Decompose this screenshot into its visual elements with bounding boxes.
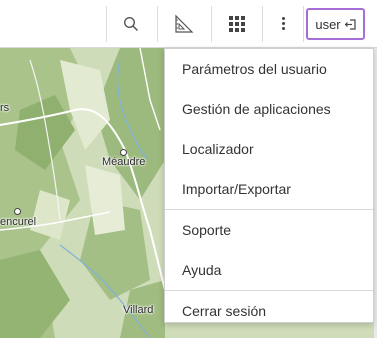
place-label: rs — [0, 102, 10, 114]
menu-item-import-export[interactable]: Importar/Exportar — [165, 169, 373, 209]
menu-item-support[interactable]: Soporte — [165, 210, 373, 250]
divider — [211, 6, 212, 42]
top-toolbar: user — [0, 0, 377, 48]
search-icon — [123, 16, 139, 31]
apps-button[interactable] — [213, 0, 260, 47]
divider — [106, 6, 107, 42]
search-button[interactable] — [108, 0, 154, 47]
kebab-menu-icon — [281, 17, 285, 30]
user-menu-button[interactable]: user — [306, 8, 365, 40]
menu-item-user-settings[interactable]: Parámetros del usuario — [165, 49, 373, 89]
place-marker — [120, 149, 127, 156]
user-dropdown-menu: Parámetros del usuario Gestión de aplica… — [164, 48, 374, 323]
divider — [262, 6, 263, 42]
user-label: user — [315, 16, 341, 32]
divider — [303, 6, 304, 42]
apps-grid-icon — [228, 15, 245, 32]
divider — [157, 6, 158, 42]
more-options-button[interactable] — [264, 0, 302, 47]
measure-ruler-icon — [175, 14, 194, 33]
menu-item-app-management[interactable]: Gestión de aplicaciones — [165, 89, 373, 129]
menu-item-locator[interactable]: Localizador — [165, 129, 373, 169]
measure-button[interactable] — [159, 0, 209, 47]
map-app: rs Méaudre encurel Villard user Parámetr… — [0, 0, 377, 338]
place-marker — [14, 208, 21, 215]
place-label: encurel — [0, 216, 37, 228]
menu-item-help[interactable]: Ayuda — [165, 250, 373, 290]
place-label: Méaudre — [102, 156, 146, 168]
place-label: Villard — [123, 304, 154, 316]
sign-in-icon — [344, 18, 356, 30]
menu-item-logout[interactable]: Cerrar sesión — [165, 291, 373, 331]
